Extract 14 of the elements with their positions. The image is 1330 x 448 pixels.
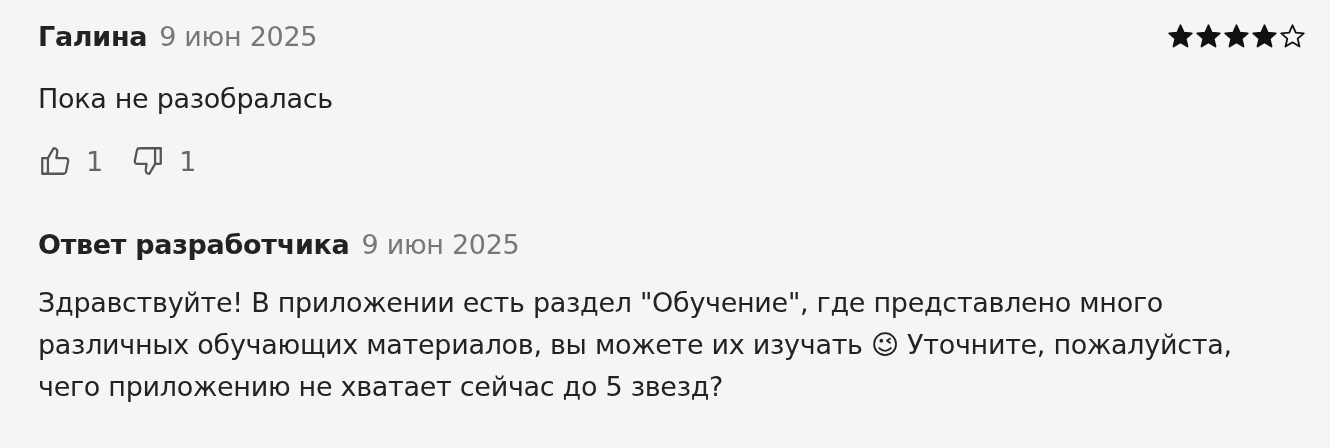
author-name: Галина <box>38 20 148 52</box>
filled-star-icon <box>1195 22 1222 50</box>
dislike-button[interactable]: 1 <box>131 144 197 178</box>
reply-title: Ответ разработчика <box>38 228 350 260</box>
like-button[interactable]: 1 <box>38 144 104 178</box>
review-text: Пока не разобралась <box>38 82 334 116</box>
reply-date: 9 июн 2025 <box>361 228 520 260</box>
reply-text: Здравствуйте! В приложении есть раздел "Обучение", где представлено много различных обучающих материалов, вы можете их изучать 😉 Уточните, пожалуйста, чего приложению не хватает сейчас до 5 звезд? <box>38 286 1233 404</box>
empty-star-icon <box>1279 22 1306 50</box>
filled-star-icon <box>1167 22 1194 50</box>
review-date: 9 июн 2025 <box>159 20 318 52</box>
filled-star-icon <box>1251 22 1278 50</box>
filled-star-icon <box>1223 22 1250 50</box>
thumbs-up-icon <box>38 144 72 178</box>
